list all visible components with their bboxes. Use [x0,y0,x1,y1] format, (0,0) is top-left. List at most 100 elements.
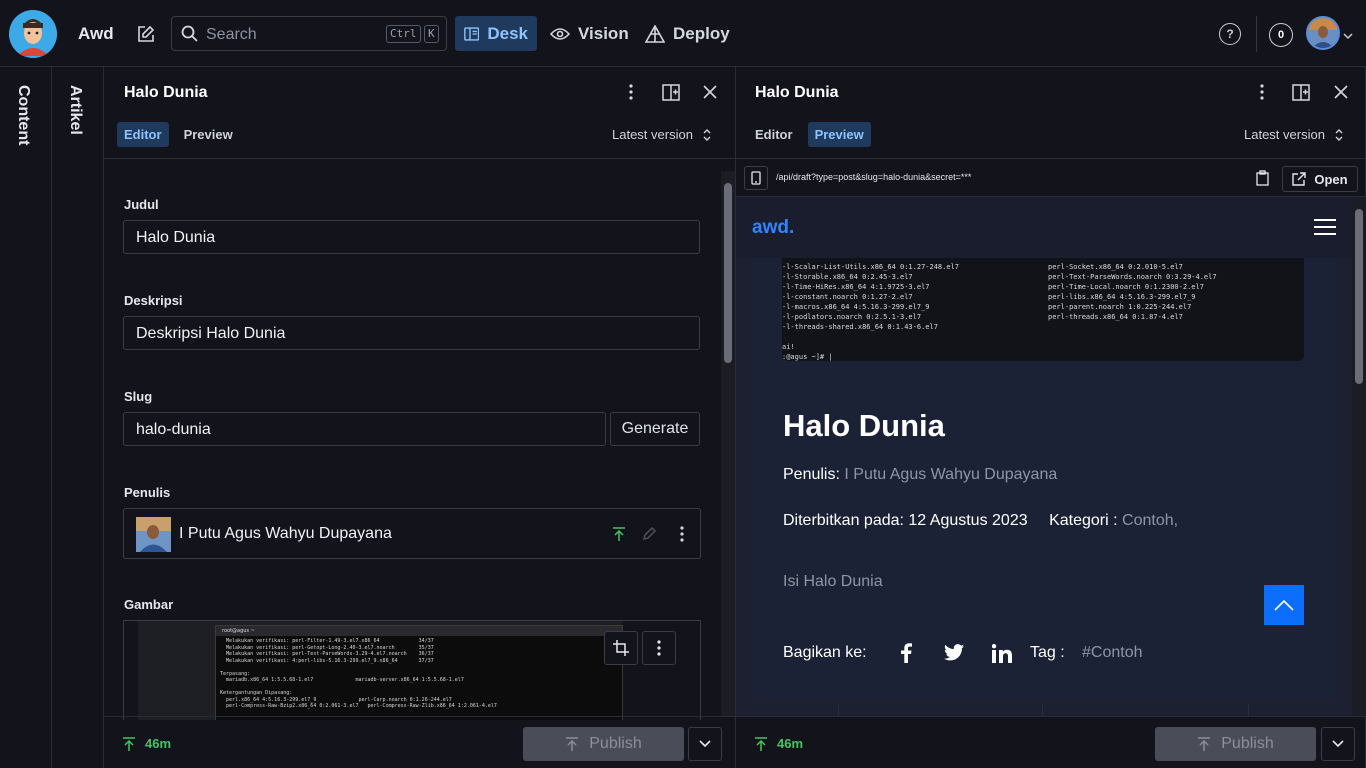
preview-url-bar: /api/draft?type=post&slug=halo-dunia&sec… [736,159,1366,197]
user-avatar[interactable] [1306,16,1340,50]
deskripsi-input[interactable]: Deskripsi Halo Dunia [123,316,700,350]
compose-icon[interactable] [132,21,160,47]
linkedin-icon[interactable] [991,644,1012,666]
judul-label: Judul [124,197,159,212]
facebook-icon[interactable] [900,643,912,666]
close-icon[interactable] [1330,81,1352,103]
tab-preview[interactable]: Preview [807,122,871,147]
scrollbar-thumb[interactable] [724,183,732,363]
slug-input[interactable]: halo-dunia [123,412,606,446]
twitter-icon[interactable] [944,644,964,664]
shortcut-ctrl-key: Ctrl [386,25,421,43]
published-status-icon [608,523,630,545]
scrollbar-thumb[interactable] [1355,209,1363,384]
tab-desk[interactable]: Desk [455,16,537,51]
brand-name: Awd [78,24,114,43]
help-icon[interactable]: ? [1219,23,1241,45]
published-icon [123,736,135,751]
preview-url: /api/draft?type=post&slug=halo-dunia&sec… [776,172,972,182]
tab-deploy[interactable]: Deploy [636,16,739,51]
tab-desk-label: Desk [487,23,528,43]
pane-title: Halo Dunia [124,84,208,101]
author-value: I Putu Agus Wahyu Dupayana [844,466,1058,483]
split-pane-icon[interactable] [1290,81,1312,103]
published-date: Diterbitkan pada: 12 Agustus 2023 [783,512,1028,529]
image-terminal-line: perl-Compress-Raw-Bzip2.x86_64 0:2.061-3… [220,703,497,709]
artikel-label: Artikel [67,85,84,135]
tab-deploy-label: Deploy [673,23,730,43]
top-bar: Awd Search Ctrl K Desk Vision Deploy ? 0 [0,0,1366,67]
tag-value[interactable]: #Contoh [1082,644,1143,662]
terminal-line: ai! [782,343,795,351]
open-button[interactable]: Open [1282,166,1358,192]
author-name: I Putu Agus Wahyu Dupayana [179,525,392,542]
publish-icon [566,737,579,751]
version-select[interactable]: Latest version [1244,127,1343,142]
hamburger-menu-icon[interactable] [1314,219,1336,238]
tab-vision[interactable]: Vision [541,16,638,51]
artikel-strip[interactable]: Artikel [52,67,104,768]
terminal-line: -l-macros.x86_64 4:5.16.3-299.el7_9 [782,303,930,311]
mobile-icon [751,171,761,185]
chevron-up-icon [1274,599,1294,611]
more-vertical-icon[interactable] [1251,81,1273,103]
publish-button[interactable]: Publish [523,727,684,761]
tab-editor[interactable]: Editor [748,122,800,147]
eye-icon [550,27,570,40]
sort-icon [703,128,711,141]
author-label: Penulis: [783,466,840,483]
chevron-down-icon[interactable] [1343,27,1353,43]
publish-label: Publish [589,735,642,752]
version-select[interactable]: Latest version [612,127,711,142]
content-strip[interactable]: Content [0,67,52,768]
scrollbar[interactable] [1352,197,1366,716]
judul-input[interactable]: Halo Dunia [123,220,700,254]
site-navbar: awd. [736,197,1352,258]
terminal-line: perl-libs.x86_64 4:5.16.3-299.el7_9 [1048,293,1196,301]
more-vertical-icon[interactable] [671,523,693,545]
clipboard-icon[interactable] [1256,170,1269,189]
site-logo[interactable]: awd. [752,217,794,239]
post-title: Halo Dunia [783,408,945,443]
scroll-to-top-button[interactable] [1264,585,1304,625]
scrollbar[interactable] [721,171,735,716]
terminal-line: -l-Scalar-List-Utils.x86_64 0:1.27-248.e… [782,263,960,271]
search-input[interactable]: Search Ctrl K [171,16,447,51]
crop-button[interactable] [604,631,638,665]
author-reference[interactable]: I Putu Agus Wahyu Dupayana [123,508,701,559]
publish-menu-button[interactable] [688,727,722,761]
last-published-time: 46m [145,736,172,751]
tab-preview[interactable]: Preview [177,122,240,147]
more-vertical-icon[interactable] [620,81,642,103]
terminal-line: perl-Text-ParseWords.noarch 0:3.29-4.el7 [1048,273,1217,281]
device-toggle[interactable] [744,166,768,190]
close-icon[interactable] [699,81,721,103]
shortcut-k-key: K [424,25,439,43]
last-published: 46m [754,736,803,751]
terminal-line: perl-Time-Local.noarch 0:1.2300-2.el7 [1048,283,1204,291]
notification-counter[interactable]: 0 [1269,23,1293,47]
share-label: Bagikan ke: [783,644,867,661]
terminal-line: -l-constant.noarch 0:1.27-2.el7 [782,293,913,301]
tab-editor[interactable]: Editor [117,122,169,147]
image-menu-button[interactable] [642,631,676,665]
desk-icon [464,26,480,41]
edit-pencil-icon[interactable] [638,523,660,545]
workspace-avatar[interactable] [9,10,57,58]
publish-menu-button[interactable] [1321,727,1355,761]
kategori-value[interactable]: Contoh, [1122,512,1178,529]
terminal-line: :@agus ~]# | [782,353,833,361]
search-placeholder: Search [206,26,257,43]
deskripsi-label: Deskripsi [124,293,183,308]
external-link-icon [1292,172,1307,186]
terminal-line: perl-parent.noarch 1:0.225-244.el7 [1048,303,1192,311]
publish-button[interactable]: Publish [1155,727,1316,761]
last-published: 46m [122,736,171,751]
published-icon [755,736,767,751]
terminal-line: perl-Socket.x86_64 0:2.010-5.el7 [1048,263,1183,271]
post-cover-image: -l-Scalar-List-Utils.x86_64 0:1.27-248.e… [782,258,1304,361]
split-pane-icon[interactable] [660,81,682,103]
image-field[interactable]: root@agus ~ Melakukan verifikasi: perl-F… [123,620,701,720]
sort-icon [1335,128,1343,141]
generate-button[interactable]: Generate [610,412,700,446]
